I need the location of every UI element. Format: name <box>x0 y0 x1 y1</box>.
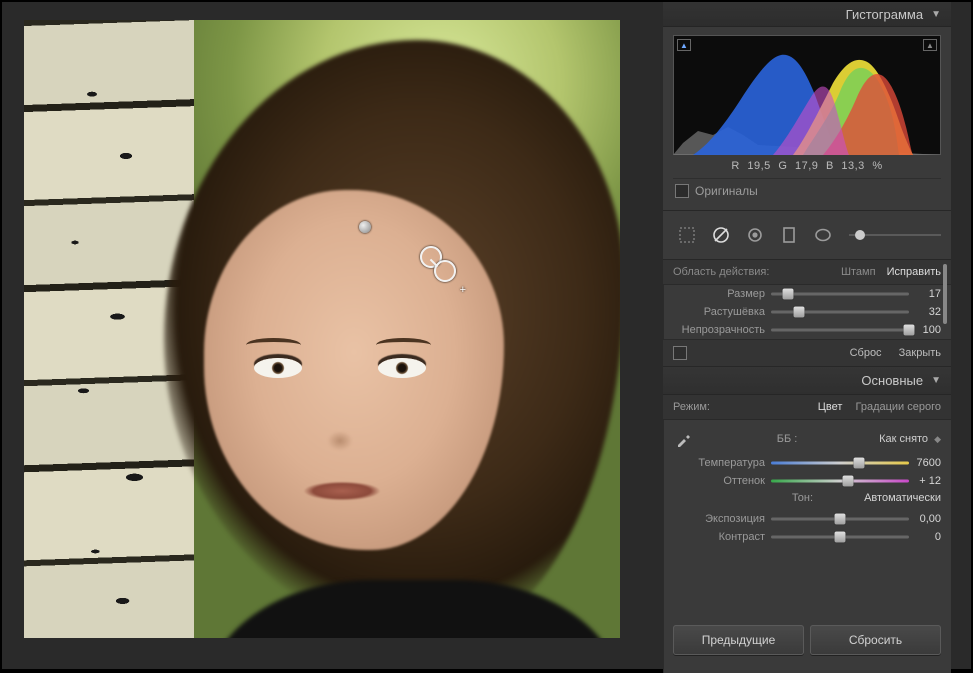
spot-size-slider[interactable] <box>771 287 909 301</box>
photo-canvas[interactable]: + <box>24 20 620 638</box>
rgb-r-label: R <box>731 160 739 172</box>
spot-removal-tool-icon[interactable] <box>707 221 735 249</box>
contrast-slider[interactable] <box>771 530 909 544</box>
contrast-row: Контраст 0 <box>663 528 951 546</box>
redeye-tool-icon[interactable] <box>741 221 769 249</box>
treatment-gray[interactable]: Градации серого <box>856 401 942 413</box>
treatment-color[interactable]: Цвет <box>818 401 843 413</box>
graduated-filter-tool-icon[interactable] <box>775 221 803 249</box>
slider-knob[interactable] <box>904 325 915 336</box>
slider-knob[interactable] <box>782 289 793 300</box>
spot-panel-footer: Сброс Закрыть <box>663 339 951 367</box>
photo-eyebrow <box>376 338 431 352</box>
panel-scrollbar-thumb[interactable] <box>943 264 947 324</box>
temp-slider[interactable] <box>771 456 909 470</box>
white-balance-row: ББ : Как снято ◆ <box>663 420 951 454</box>
photo-nose <box>322 424 358 452</box>
rgb-r-value: 19,5 <box>747 160 770 172</box>
local-tools-strip <box>663 210 951 260</box>
rgb-b-label: B <box>826 160 834 172</box>
spot-mode-heal[interactable]: Исправить <box>887 266 941 278</box>
spot-area-label: Область действия: <box>673 266 769 278</box>
slider-knob[interactable] <box>855 230 865 240</box>
spot-opacity-slider[interactable] <box>771 323 909 337</box>
radial-filter-tool-icon[interactable] <box>809 221 837 249</box>
photo-eye <box>378 358 426 378</box>
tint-value[interactable]: + 12 <box>909 475 941 487</box>
histogram-title: Гистограмма <box>846 7 923 22</box>
slider-knob[interactable] <box>843 476 854 487</box>
exposure-label: Экспозиция <box>673 513 771 525</box>
histogram-section: ▲ ▲ R 19,5 G 17,9 B 13,3 % <box>663 27 951 210</box>
app-window: + Гистограмма ▼ ▲ ▲ R <box>0 0 973 671</box>
temp-row: Температура 7600 <box>663 454 951 472</box>
temp-value[interactable]: 7600 <box>909 457 941 469</box>
crop-tool-icon[interactable] <box>673 221 701 249</box>
tone-row: Тон: Автоматически <box>663 490 951 510</box>
disclosure-triangle-icon: ▼ <box>931 375 941 386</box>
histogram-svg <box>673 35 941 155</box>
slider-knob[interactable] <box>835 532 846 543</box>
basic-title: Основные <box>861 373 923 388</box>
originals-checkbox[interactable] <box>675 184 689 198</box>
basic-header[interactable]: Основные ▼ <box>663 367 951 395</box>
treatment-row: Режим: Цвет Градации серого <box>663 395 951 420</box>
photo-eyebrow <box>246 338 301 352</box>
develop-panel: Гистограмма ▼ ▲ ▲ R 19,5 G 17, <box>663 2 951 673</box>
slider-knob[interactable] <box>835 514 846 525</box>
tint-slider[interactable] <box>771 474 909 488</box>
rgb-g-value: 17,9 <box>795 160 818 172</box>
spot-close-link[interactable]: Закрыть <box>899 347 941 359</box>
wb-label: ББ : <box>777 433 798 445</box>
contrast-value[interactable]: 0 <box>909 531 941 543</box>
spot-size-row: Размер 17 <box>663 285 951 303</box>
spot-opacity-label: Непрозрачность <box>673 324 771 336</box>
originals-label: Оригиналы <box>695 184 758 198</box>
slider-knob[interactable] <box>793 307 804 318</box>
tone-auto-link[interactable]: Автоматически <box>831 492 941 504</box>
exposure-value[interactable]: 0,00 <box>909 513 941 525</box>
photo-mouth <box>294 478 390 504</box>
spot-panel-header: Область действия: Штамп Исправить <box>663 260 951 285</box>
wb-eyedropper-icon[interactable] <box>673 428 695 450</box>
histogram-header[interactable]: Гистограмма ▼ <box>663 2 951 27</box>
spot-feather-value[interactable]: 32 <box>909 306 941 318</box>
exposure-row: Экспозиция 0,00 <box>663 510 951 528</box>
spot-size-value[interactable]: 17 <box>909 288 941 300</box>
rgb-readout: R 19,5 G 17,9 B 13,3 % <box>673 155 941 174</box>
disclosure-triangle-icon: ▼ <box>931 9 941 20</box>
wb-preset-value: Как снято <box>879 433 928 445</box>
rgb-pct: % <box>872 160 882 172</box>
temp-label: Температура <box>673 457 771 469</box>
photo-eye <box>254 358 302 378</box>
spot-size-label: Размер <box>673 288 771 300</box>
originals-row[interactable]: Оригиналы <box>673 178 941 206</box>
spot-feather-row: Растушёвка 32 <box>663 303 951 321</box>
tone-label: Тон: <box>792 492 813 504</box>
panel-toggle-switch[interactable] <box>673 346 687 360</box>
tint-label: Оттенок <box>673 475 771 487</box>
tint-row: Оттенок + 12 <box>663 472 951 490</box>
histogram-plot[interactable]: ▲ ▲ <box>673 35 941 155</box>
wb-preset-select[interactable]: Как снято ◆ <box>879 433 941 445</box>
previous-button[interactable]: Предыдущие <box>673 625 804 655</box>
dropdown-caret-icon: ◆ <box>934 434 941 445</box>
rgb-g-label: G <box>778 160 787 172</box>
spot-removal-pin[interactable] <box>359 221 371 233</box>
spot-feather-slider[interactable] <box>771 305 909 319</box>
contrast-label: Контраст <box>673 531 771 543</box>
spot-mode-stamp[interactable]: Штамп <box>841 266 876 278</box>
exposure-slider[interactable] <box>771 512 909 526</box>
rgb-b-value: 13,3 <box>841 160 864 172</box>
reset-button[interactable]: Сбросить <box>810 625 941 655</box>
slider-knob[interactable] <box>854 458 865 469</box>
panel-footer: Предыдущие Сбросить <box>663 625 951 655</box>
treatment-label: Режим: <box>673 401 710 413</box>
tool-size-mini-slider[interactable] <box>849 229 941 241</box>
spot-opacity-row: Непрозрачность 100 <box>663 321 951 339</box>
spot-feather-label: Растушёвка <box>673 306 771 318</box>
spot-reset-link[interactable]: Сброс <box>850 347 882 359</box>
